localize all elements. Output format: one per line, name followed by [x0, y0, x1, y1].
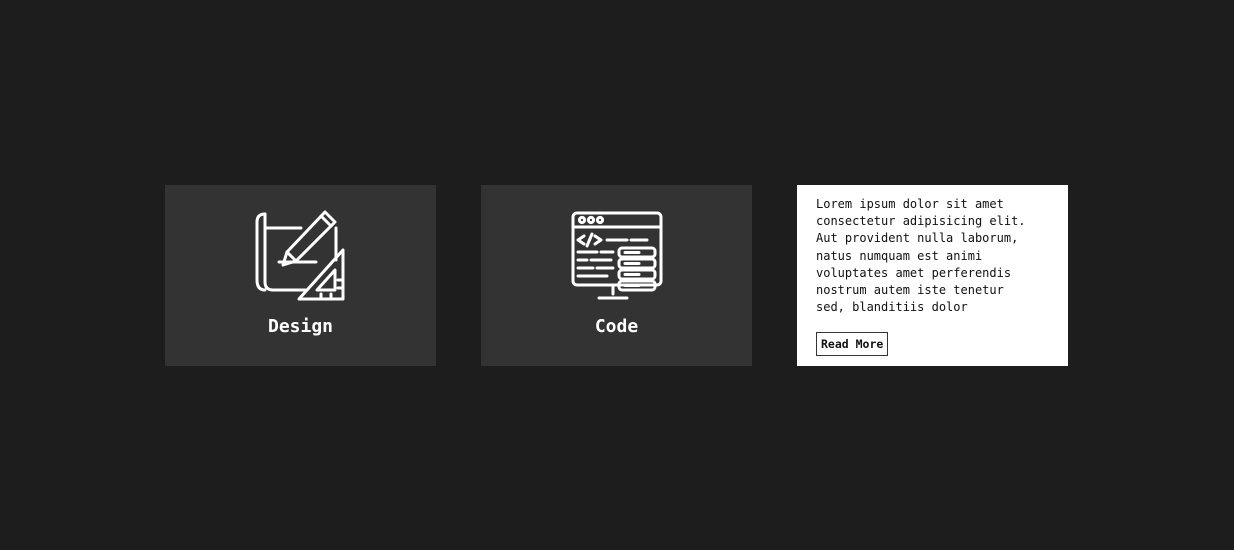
page: Design Code Lorem ipsum dolor sit amet c… — [0, 0, 1234, 550]
monitor-code-database-icon — [567, 210, 667, 305]
code-card[interactable]: Code — [481, 185, 752, 366]
card-title-code: Code — [594, 316, 639, 337]
blueprint-pencil-ruler-icon — [251, 210, 351, 305]
description-text: Lorem ipsum dolor sit amet consectetur a… — [816, 197, 1026, 315]
read-more-button[interactable]: Read More — [816, 332, 889, 357]
design-card[interactable]: Design — [165, 185, 436, 366]
description-card: Lorem ipsum dolor sit amet consectetur a… — [797, 185, 1068, 366]
card-title-design: Design — [267, 316, 334, 337]
